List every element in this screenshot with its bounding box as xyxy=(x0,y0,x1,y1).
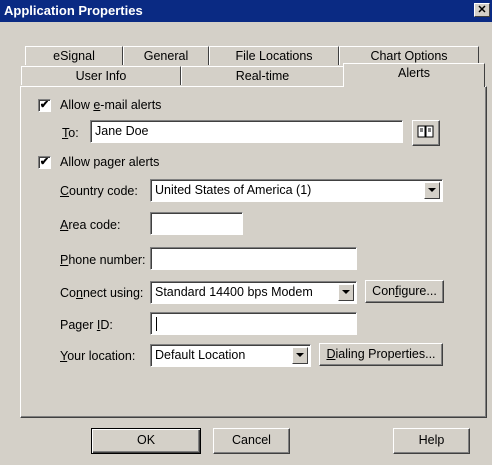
window-title: Application Properties xyxy=(4,3,143,18)
tab-label: File Locations xyxy=(235,49,313,63)
help-button[interactable]: Help xyxy=(393,428,470,454)
tab-label: Alerts xyxy=(398,66,430,80)
alerts-panel xyxy=(20,86,487,418)
tab-label: eSignal xyxy=(53,49,95,63)
tab-user-info[interactable]: User Info xyxy=(21,66,181,85)
tab-general[interactable]: General xyxy=(123,46,209,65)
tab-label: User Info xyxy=(75,69,127,83)
cancel-button[interactable]: Cancel xyxy=(213,428,290,454)
tab-file-locations[interactable]: File Locations xyxy=(209,46,339,65)
tab-label: General xyxy=(143,49,189,63)
tab-label: Chart Options xyxy=(370,49,448,63)
tab-alerts[interactable]: Alerts xyxy=(343,63,485,87)
close-button[interactable]: ✕ xyxy=(474,3,490,17)
selected-tab-join xyxy=(344,85,484,88)
application-properties-dialog: Application Properties ✕ eSignal General… xyxy=(0,0,492,465)
tab-label: Real-time xyxy=(235,69,290,83)
ok-button[interactable]: OK xyxy=(91,428,201,454)
title-bar[interactable]: Application Properties ✕ xyxy=(0,0,492,22)
tab-esignal[interactable]: eSignal xyxy=(25,46,123,65)
close-icon: ✕ xyxy=(477,4,487,16)
tab-real-time[interactable]: Real-time xyxy=(181,66,344,85)
